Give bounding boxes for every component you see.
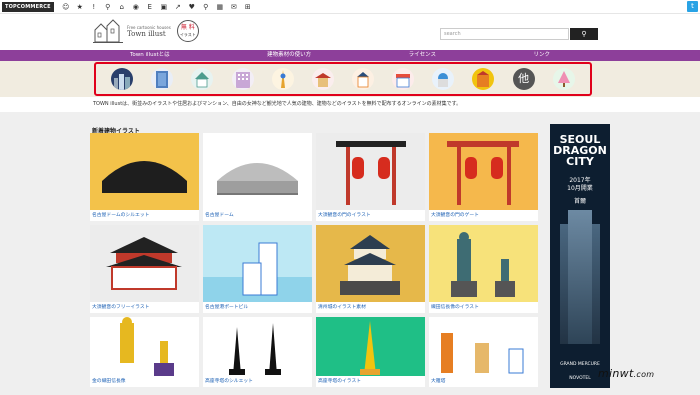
ad-sub: 首爾 (573, 198, 586, 205)
nobunaga-statue-illust[interactable] (429, 225, 538, 302)
ad-tower-image-2 (568, 210, 592, 344)
heart-icon[interactable]: ♥ (188, 3, 196, 11)
dome-illust[interactable] (203, 133, 312, 210)
ad-title-3: CITY (566, 155, 594, 168)
card-caption[interactable]: 名古屋ドーム (203, 210, 312, 221)
watermark: minwt.com (598, 367, 654, 380)
pin-icon[interactable]: ⚲ (104, 3, 112, 11)
twitter-icon[interactable]: t (687, 1, 698, 12)
category-shop-icon[interactable] (392, 68, 415, 90)
main-nav: Town illustとは 建物素材の使い方 ライセンス リンク (0, 50, 700, 61)
illust-card[interactable]: 金の織田信長像 (90, 317, 199, 387)
illust-card[interactable]: 名古屋ドームのシルエット (90, 133, 199, 221)
lock-icon[interactable]: ▣ (160, 3, 168, 11)
illust-card[interactable]: 高座寺塔のイラスト (316, 317, 425, 387)
illust-card[interactable]: 大須観音の門のイラスト (316, 133, 425, 221)
category-mosque-icon[interactable] (432, 68, 455, 90)
gold-statue-illust[interactable] (90, 317, 199, 376)
illust-card[interactable]: 清州城のイラスト素材 (316, 225, 425, 313)
search-input[interactable]: search (440, 28, 569, 40)
card-caption[interactable]: 大須観音のフリーイラスト (90, 302, 199, 313)
top-toolbar: TOPCOMMERCE ☺ ★ ! ⚲ ⌂ ◉ E ▣ ↗ ♥ ⚲ ▦ ✉ ⊞ … (0, 0, 700, 14)
card-caption[interactable]: 高座寺塔のシルエット (203, 376, 312, 387)
search-button[interactable]: ⚲ (570, 28, 598, 40)
illust-card[interactable]: 名古屋港ポートビル (203, 225, 312, 313)
cart-icon[interactable]: ⊞ (244, 3, 252, 11)
ec-icon[interactable]: E (146, 3, 154, 11)
nav-license[interactable]: ライセンス (409, 50, 436, 61)
sidebar-advertisement[interactable]: SEOUL DRAGON CITY 2017年 10月開業 首爾 GRAND M… (550, 124, 610, 388)
pagoda-illust[interactable] (316, 317, 425, 376)
illustration-grid: 名古屋ドームのシルエット 名古屋ドーム 大須観音の門のイラスト 大須観音の門のゲ… (90, 133, 538, 387)
ad-month: 10月開業 (567, 185, 593, 192)
watermark-suffix: .com (633, 370, 655, 379)
nav-usage[interactable]: 建物素材の使い方 (267, 50, 311, 61)
card-caption[interactable]: 名古屋ドームのシルエット (90, 210, 199, 221)
illust-card[interactable]: 名古屋ドーム (203, 133, 312, 221)
toolbar-icons: ☺ ★ ! ⚲ ⌂ ◉ E ▣ ↗ ♥ ⚲ ▦ ✉ ⊞ (62, 3, 252, 11)
card-caption[interactable]: 大雁塔 (429, 376, 538, 387)
category-building-icon[interactable] (151, 68, 174, 90)
search-icon[interactable]: ⚲ (202, 3, 210, 11)
house-logo-icon (93, 19, 123, 43)
grid-icon[interactable]: ▦ (216, 3, 224, 11)
category-palace-icon[interactable] (472, 68, 495, 90)
site-logo[interactable]: Free cartoonic houses Town illust 無 料 イラ… (93, 18, 199, 44)
card-caption[interactable]: 大須観音の門のイラスト (316, 210, 425, 221)
nav-about[interactable]: Town illustとは (130, 50, 170, 61)
site-header: Free cartoonic houses Town illust 無 料 イラ… (0, 14, 700, 50)
card-caption[interactable]: 織田信長像のイラスト (429, 302, 538, 313)
user-icon[interactable]: ☺ (62, 3, 70, 11)
temple-hall-illust[interactable] (90, 225, 199, 302)
home-icon[interactable]: ⌂ (118, 3, 126, 11)
nav-links[interactable]: リンク (533, 50, 550, 61)
site-intro: TOWN illustは、街並みのイラストや住居およびマンション、自由の女神など… (93, 101, 462, 107)
stamp-line1: 無 料 (180, 24, 195, 31)
category-other-icon[interactable]: 他 (512, 68, 535, 90)
alert-icon[interactable]: ! (90, 3, 98, 11)
logo-name: Town illust (127, 30, 166, 38)
temple-gate-orange-illust[interactable] (429, 133, 538, 210)
card-caption[interactable]: 高座寺塔のイラスト (316, 376, 425, 387)
category-tower-icon[interactable] (271, 68, 294, 90)
brand-label[interactable]: TOPCOMMERCE (2, 1, 54, 12)
card-caption[interactable]: 名古屋港ポートビル (203, 302, 312, 313)
illust-card[interactable]: 高座寺塔のシルエット (203, 317, 312, 387)
category-castle-icon[interactable] (352, 68, 375, 90)
free-illust-stamp: 無 料 イラスト (176, 20, 199, 42)
star-icon[interactable]: ★ (76, 3, 84, 11)
port-building-illust[interactable] (203, 225, 312, 302)
castle-illust[interactable] (316, 225, 425, 302)
category-city-icon[interactable] (111, 68, 134, 90)
category-apartment-icon[interactable] (231, 68, 254, 90)
illust-card[interactable]: 大須観音の門のゲート (429, 133, 538, 221)
share-icon[interactable]: ↗ (174, 3, 182, 11)
illust-card[interactable]: 織田信長像のイラスト (429, 225, 538, 313)
illust-card[interactable]: 大雁塔 (429, 317, 538, 387)
giant-wild-goose-pagoda-illust[interactable] (429, 317, 538, 376)
card-caption[interactable]: 金の織田信長像 (90, 376, 199, 387)
logo-text: Free cartoonic houses Town illust (127, 25, 171, 38)
pagoda-silhouette-illust[interactable] (203, 317, 312, 376)
temple-gate-illust[interactable] (316, 133, 425, 210)
dome-silhouette-illust[interactable] (90, 133, 199, 210)
illust-card[interactable]: 大須観音のフリーイラスト (90, 225, 199, 313)
category-temple-icon[interactable] (311, 68, 334, 90)
watermark-main: minwt (598, 367, 634, 380)
app-icon[interactable]: ◉ (132, 3, 140, 11)
category-icons-highlight: 他 (94, 62, 592, 96)
card-caption[interactable]: 大須観音の門のゲート (429, 210, 538, 221)
stamp-line2: イラスト (179, 32, 196, 37)
category-tree-icon[interactable] (552, 68, 575, 90)
mail-icon[interactable]: ✉ (230, 3, 238, 11)
category-house-icon[interactable] (191, 68, 214, 90)
ad-year: 2017年 (569, 177, 591, 184)
card-caption[interactable]: 清州城のイラスト素材 (316, 302, 425, 313)
